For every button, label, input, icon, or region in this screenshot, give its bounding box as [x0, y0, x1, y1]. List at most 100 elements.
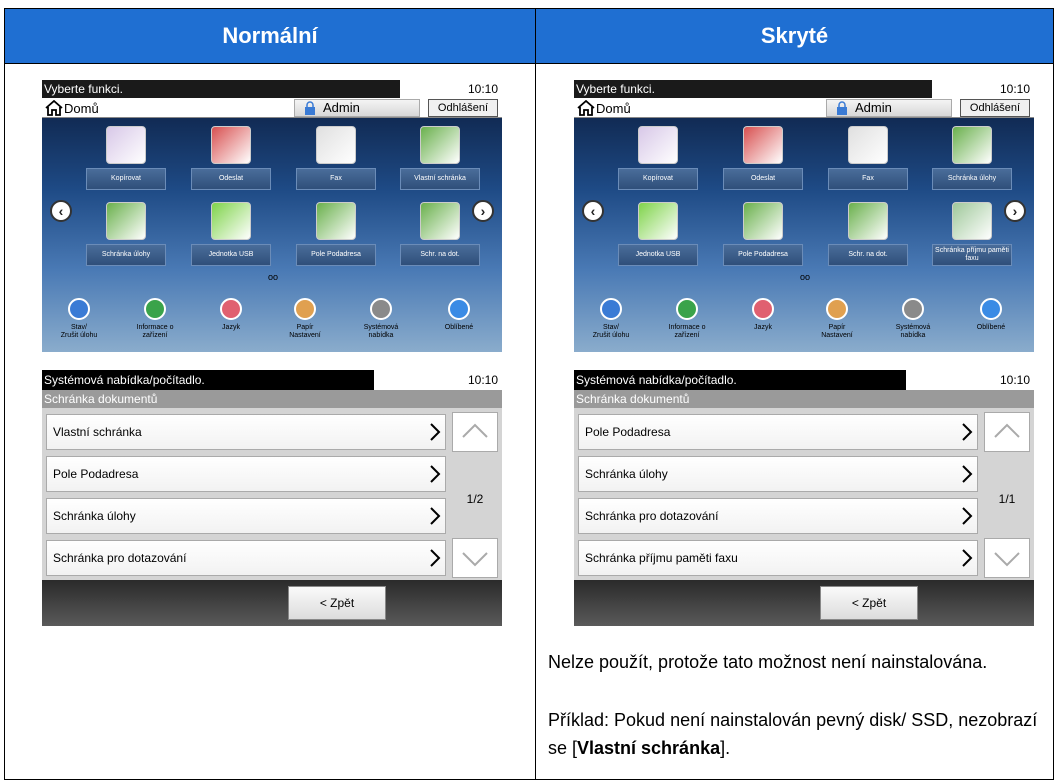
- function-icon: [211, 126, 251, 164]
- function-icon: [848, 126, 888, 164]
- scroll-down-button[interactable]: [452, 538, 498, 578]
- function-icon: [420, 202, 460, 240]
- header-normal: Normální: [5, 9, 535, 63]
- nav-left-button[interactable]: ‹: [50, 200, 72, 222]
- bottom-icon[interactable]: [220, 298, 242, 320]
- bottom-icon[interactable]: [144, 298, 166, 320]
- scroll-down-button[interactable]: [984, 538, 1030, 578]
- list-item-label: Schránka pro dotazování: [53, 551, 187, 565]
- function-tile[interactable]: Schránka úlohy: [932, 168, 1012, 190]
- function-tile[interactable]: Schránka příjmu paměti faxu: [932, 244, 1012, 266]
- function-tile[interactable]: Kopírovat: [86, 168, 166, 190]
- bottom-icon[interactable]: [826, 298, 848, 320]
- function-icon: [952, 126, 992, 164]
- home-icon[interactable]: [45, 100, 63, 116]
- scroll-up-button[interactable]: [452, 412, 498, 452]
- function-tile[interactable]: Odeslat: [191, 168, 271, 190]
- logout-button[interactable]: Odhlášení: [428, 99, 498, 117]
- nav-left-button[interactable]: ‹: [582, 200, 604, 222]
- back-button[interactable]: < Zpět: [288, 586, 386, 620]
- bottom-icon[interactable]: [68, 298, 90, 320]
- screen-title: Vyberte funkci.: [42, 80, 400, 98]
- bottom-label: Stav/ Zrušit úlohu: [592, 324, 630, 339]
- function-tile[interactable]: Fax: [828, 168, 908, 190]
- clock: 10:10: [999, 82, 1030, 96]
- bottom-icon[interactable]: [294, 298, 316, 320]
- chevron-right-icon: [430, 423, 441, 441]
- function-tile[interactable]: Pole Podadresa: [296, 244, 376, 266]
- function-tile[interactable]: Pole Podadresa: [723, 244, 803, 266]
- bottom-icon[interactable]: [676, 298, 698, 320]
- bottom-icon[interactable]: [448, 298, 470, 320]
- list-item[interactable]: Pole Podadresa: [578, 414, 978, 450]
- header-divider: [5, 63, 1053, 64]
- screen-title: Systémová nabídka/počítadlo.: [574, 370, 906, 390]
- function-tile[interactable]: Vlastní schránka: [400, 168, 480, 190]
- function-icon: [211, 202, 251, 240]
- note-example-bold: Vlastní schránka: [577, 738, 721, 758]
- list-item[interactable]: Vlastní schránka: [46, 414, 446, 450]
- function-icon: [316, 202, 356, 240]
- function-icon: [743, 126, 783, 164]
- bottom-label: Jazyk: [754, 324, 772, 331]
- logout-button[interactable]: Odhlášení: [960, 99, 1030, 117]
- list-item-label: Pole Podadresa: [53, 467, 139, 481]
- function-icon: [638, 126, 678, 164]
- bottom-label: Oblíbené: [444, 324, 474, 331]
- home-label[interactable]: Domů: [596, 101, 631, 116]
- bottom-icon[interactable]: [370, 298, 392, 320]
- screen-subtitle: Schránka dokumentů: [42, 390, 502, 408]
- note-example: Příklad: Pokud není nainstalován pevný d…: [548, 706, 1038, 762]
- bottom-label: Papír Nastavení: [821, 324, 853, 339]
- chevron-right-icon: [430, 549, 441, 567]
- list-item[interactable]: Pole Podadresa: [46, 456, 446, 492]
- function-tile[interactable]: Jednotka USB: [618, 244, 698, 266]
- screen-title: Systémová nabídka/počítadlo.: [42, 370, 374, 390]
- list-item[interactable]: Schránka pro dotazování: [46, 540, 446, 576]
- list-item[interactable]: Schránka příjmu paměti faxu: [578, 540, 978, 576]
- back-button[interactable]: < Zpět: [820, 586, 918, 620]
- bottom-icon[interactable]: [600, 298, 622, 320]
- system-menu-normal: Systémová nabídka/počítadlo. 10:10 Schrá…: [42, 370, 502, 626]
- bottom-icon[interactable]: [752, 298, 774, 320]
- screen-title: Vyberte funkci.: [574, 80, 932, 98]
- bottom-label: Systémová nabídka: [895, 324, 931, 339]
- home-label[interactable]: Domů: [64, 101, 99, 116]
- function-tile[interactable]: Odeslat: [723, 168, 803, 190]
- bottom-label: Stav/ Zrušit úlohu: [60, 324, 98, 339]
- bottom-icon[interactable]: [902, 298, 924, 320]
- list-item[interactable]: Schránka úlohy: [46, 498, 446, 534]
- bottom-icon[interactable]: [980, 298, 1002, 320]
- function-icon: [316, 126, 356, 164]
- bottom-label: Oblíbené: [976, 324, 1006, 331]
- function-icon: [638, 202, 678, 240]
- nav-right-button[interactable]: ›: [472, 200, 494, 222]
- lock-icon: [305, 101, 315, 115]
- page-counter: 1/2: [466, 492, 484, 506]
- function-tile[interactable]: Kopírovat: [618, 168, 698, 190]
- home-screen-normal: Vyberte funkci. 10:10 Domů Admin Odhláše…: [42, 80, 502, 352]
- function-icon: [743, 202, 783, 240]
- nav-right-button[interactable]: ›: [1004, 200, 1026, 222]
- chevron-right-icon: [962, 507, 973, 525]
- clock: 10:10: [999, 373, 1030, 387]
- function-tile[interactable]: Fax: [296, 168, 376, 190]
- page-counter: 1/1: [998, 492, 1016, 506]
- chevron-up-icon: [462, 423, 488, 438]
- list-item-label: Schránka úlohy: [585, 467, 668, 481]
- function-tile[interactable]: Schr. na dot.: [828, 244, 908, 266]
- function-tile[interactable]: Schr. na dot.: [400, 244, 480, 266]
- scroll-up-button[interactable]: [984, 412, 1030, 452]
- function-tile[interactable]: Schránka úlohy: [86, 244, 166, 266]
- chevron-right-icon: [962, 465, 973, 483]
- list-item-label: Vlastní schránka: [53, 425, 142, 439]
- function-icon: [420, 126, 460, 164]
- list-item[interactable]: Schránka pro dotazování: [578, 498, 978, 534]
- list-item-label: Pole Podadresa: [585, 425, 671, 439]
- system-menu-hidden: Systémová nabídka/počítadlo. 10:10 Schrá…: [574, 370, 1034, 626]
- home-icon[interactable]: [577, 100, 595, 116]
- list-item[interactable]: Schránka úlohy: [578, 456, 978, 492]
- function-icon: [106, 202, 146, 240]
- chevron-right-icon: [962, 423, 973, 441]
- function-tile[interactable]: Jednotka USB: [191, 244, 271, 266]
